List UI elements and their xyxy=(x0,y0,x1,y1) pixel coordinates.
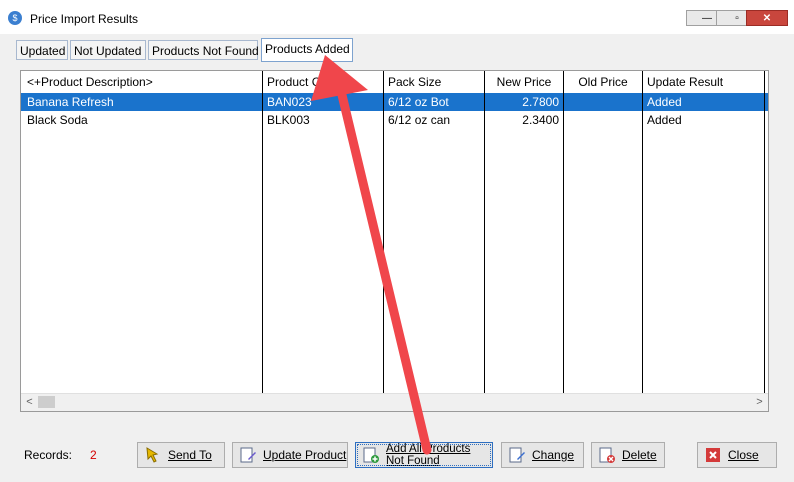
edit-document-icon xyxy=(239,446,257,464)
grid-header: <+Product Description> Product Code Pack… xyxy=(21,71,768,94)
table-row[interactable]: Black Soda BLK003 6/12 oz can 2.3400 Add… xyxy=(21,111,768,129)
column-divider xyxy=(383,71,384,395)
update-product-button[interactable]: Update Product xyxy=(232,442,348,468)
scroll-left-icon[interactable]: < xyxy=(21,394,38,411)
column-divider xyxy=(262,71,263,395)
tab-products-not-found[interactable]: Products Not Found xyxy=(148,40,259,60)
change-button[interactable]: Change xyxy=(501,442,584,468)
cell-product-code: BAN023 xyxy=(267,95,312,109)
column-header-old-price[interactable]: Old Price xyxy=(564,73,642,91)
tab-not-updated[interactable]: Not Updated xyxy=(70,40,146,60)
column-header-new-price[interactable]: New Price xyxy=(485,73,563,91)
cell-product-code: BLK003 xyxy=(267,113,310,127)
column-divider xyxy=(563,71,564,395)
scroll-right-icon[interactable]: > xyxy=(751,394,768,411)
column-header-pack-size[interactable]: Pack Size xyxy=(384,73,484,91)
close-icon xyxy=(704,446,722,464)
close-button[interactable]: Close xyxy=(697,442,777,468)
send-to-button[interactable]: Send To xyxy=(137,442,225,468)
delete-icon xyxy=(598,446,616,464)
cell-pack-size: 6/12 oz can xyxy=(388,113,451,127)
horizontal-scrollbar[interactable]: < > xyxy=(21,393,768,411)
cell-update-result: Added xyxy=(647,113,682,127)
title-bar: $ Price Import Results — ▫ ✕ xyxy=(0,0,794,34)
cell-old-price xyxy=(564,93,642,111)
table-row[interactable]: Banana Refresh BAN023 6/12 oz Bot 2.7800… xyxy=(21,93,768,111)
cell-new-price: 2.7800 xyxy=(522,95,559,109)
cell-old-price xyxy=(564,111,642,129)
close-window-button[interactable]: ✕ xyxy=(746,10,788,26)
cell-new-price: 2.3400 xyxy=(522,113,559,127)
add-product-icon xyxy=(362,446,380,464)
records-count: 2 xyxy=(90,448,97,462)
send-to-icon xyxy=(144,446,162,464)
delete-button[interactable]: Delete xyxy=(591,442,665,468)
cell-description: Banana Refresh xyxy=(27,95,114,109)
price-import-icon: $ xyxy=(8,11,22,25)
results-grid: <+Product Description> Product Code Pack… xyxy=(20,70,769,412)
records-label: Records: xyxy=(24,448,73,462)
column-divider xyxy=(484,71,485,395)
column-header-update-result[interactable]: Update Result xyxy=(643,73,763,91)
cell-description: Black Soda xyxy=(27,113,88,127)
tab-products-added[interactable]: Products Added xyxy=(261,38,353,62)
tab-updated[interactable]: Updated xyxy=(16,40,68,60)
window-title: Price Import Results xyxy=(30,12,139,26)
scrollbar-thumb[interactable] xyxy=(38,396,55,408)
cell-update-result: Added xyxy=(647,95,682,109)
column-header-product-code[interactable]: Product Code xyxy=(263,73,383,91)
column-divider xyxy=(764,71,765,395)
edit-icon xyxy=(508,446,526,464)
column-divider xyxy=(642,71,643,395)
cell-pack-size: 6/12 oz Bot xyxy=(388,95,449,109)
add-all-products-not-found-button[interactable]: Add All Products Not Found xyxy=(355,442,493,468)
column-header-description[interactable]: <+Product Description> xyxy=(23,73,261,91)
